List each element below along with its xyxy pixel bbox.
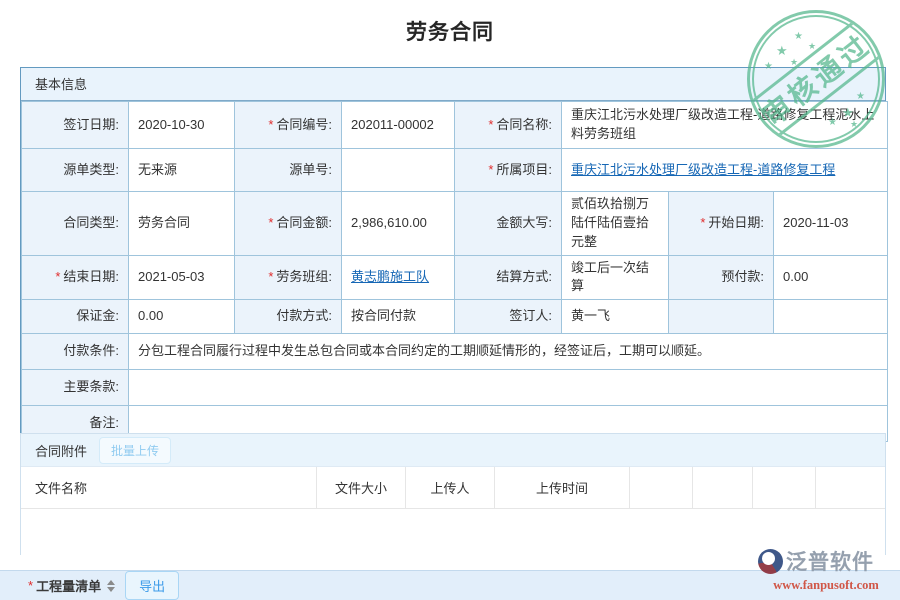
contract-name-value: 重庆江北污水处理厂级改造工程-道路修复工程泥水上料劳务班组 <box>562 102 888 149</box>
label-text: 备注: <box>89 415 119 430</box>
label-text: 合同金额: <box>276 215 332 230</box>
start-date-value: 2020-11-03 <box>774 192 888 256</box>
basic-info-table: 签订日期: 2020-10-30 *合同编号: 202011-00002 *合同… <box>21 101 888 442</box>
empty-label-cell <box>669 300 774 334</box>
required-star: * <box>28 578 33 593</box>
col-file-name: 文件名称 <box>21 467 317 509</box>
label-text: 结束日期: <box>63 269 119 284</box>
col-empty-3 <box>753 467 816 509</box>
label-text: 合同名称: <box>496 117 552 132</box>
sign-date-label: 签订日期: <box>22 102 129 149</box>
amount-label: *合同金额: <box>235 192 342 256</box>
form-row-pay-terms: 付款条件: 分包工程合同履行过程中发生总包合同或本合同约定的工期顺延情形的，经签… <box>22 334 888 370</box>
form-row-end-date: *结束日期: 2021-05-03 *劳务班组: 黄志鹏施工队 结算方式: 竣工… <box>22 255 888 300</box>
contract-no-value: 202011-00002 <box>342 102 455 149</box>
source-no-label: 源单号: <box>235 149 342 192</box>
pay-method-label: 付款方式: <box>235 300 342 334</box>
end-date-label: *结束日期: <box>22 255 129 300</box>
start-date-label: *开始日期: <box>669 192 774 256</box>
attachments-title: 合同附件 <box>35 441 87 460</box>
end-date-value: 2021-05-03 <box>129 255 235 300</box>
attachments-empty-body <box>21 509 885 555</box>
col-file-size: 文件大小 <box>317 467 406 509</box>
project-label: *所属项目: <box>455 149 562 192</box>
label-text: 签订人: <box>509 308 552 323</box>
page-title: 劳务合同 <box>0 16 900 46</box>
prepay-label: 预付款: <box>669 255 774 300</box>
signer-value: 黄一飞 <box>562 300 669 334</box>
label-text: 开始日期: <box>708 215 764 230</box>
form-row-deposit: 保证金: 0.00 付款方式: 按合同付款 签订人: 黄一飞 <box>22 300 888 334</box>
required-star: * <box>268 117 273 132</box>
amount-words-label: 金额大写: <box>455 192 562 256</box>
label-text: 劳务班组: <box>276 269 332 284</box>
main-clauses-value <box>129 370 888 406</box>
required-star: * <box>488 162 493 177</box>
sign-date-value: 2020-10-30 <box>129 102 235 149</box>
required-star: * <box>700 215 705 230</box>
col-empty-1 <box>630 467 693 509</box>
required-star: * <box>55 269 60 284</box>
sort-icon[interactable] <box>107 580 115 592</box>
label-text: 签订日期: <box>63 117 119 132</box>
attachments-column-headers: 文件名称 文件大小 上传人 上传时间 <box>21 467 885 509</box>
label-text: 主要条款: <box>63 379 119 394</box>
contract-type-label: 合同类型: <box>22 192 129 256</box>
label-text: 源单号: <box>289 162 332 177</box>
form-row-amount: 合同类型: 劳务合同 *合同金额: 2,986,610.00 金额大写: 贰佰玖… <box>22 192 888 256</box>
basic-info-header: 基本信息 <box>21 68 885 101</box>
label-text: 源单类型: <box>63 162 119 177</box>
form-row-source: 源单类型: 无来源 源单号: *所属项目: 重庆江北污水处理厂级改造工程-道路修… <box>22 149 888 192</box>
col-upload-time: 上传时间 <box>495 467 630 509</box>
project-value: 重庆江北污水处理厂级改造工程-道路修复工程 <box>562 149 888 192</box>
pay-terms-label: 付款条件: <box>22 334 129 370</box>
label-text: 结算方式: <box>496 269 552 284</box>
col-empty-2 <box>693 467 753 509</box>
col-empty-4 <box>816 467 885 509</box>
signer-label: 签订人: <box>455 300 562 334</box>
label-text: 付款方式: <box>276 308 332 323</box>
settle-method-label: 结算方式: <box>455 255 562 300</box>
quantity-list-label: 工程量清单 <box>36 576 101 595</box>
main-clauses-label: 主要条款: <box>22 370 129 406</box>
contract-type-value: 劳务合同 <box>129 192 235 256</box>
attachments-panel: 合同附件 批量上传 文件名称 文件大小 上传人 上传时间 <box>20 433 886 555</box>
label-text: 合同类型: <box>63 215 119 230</box>
deposit-value: 0.00 <box>129 300 235 334</box>
form-row-sign-date: 签订日期: 2020-10-30 *合同编号: 202011-00002 *合同… <box>22 102 888 149</box>
deposit-label: 保证金: <box>22 300 129 334</box>
basic-info-panel: 基本信息 签订日期: 2020-10-30 *合同编号: 202011-0000… <box>20 67 886 443</box>
amount-words-value: 贰佰玖拾捌万陆仟陆佰壹拾元整 <box>562 192 669 256</box>
label-text: 付款条件: <box>63 343 119 358</box>
project-link[interactable]: 重庆江北污水处理厂级改造工程-道路修复工程 <box>571 162 835 177</box>
pay-method-value: 按合同付款 <box>342 300 455 334</box>
attachments-header: 合同附件 批量上传 <box>21 434 885 467</box>
labor-team-value: 黄志鹏施工队 <box>342 255 455 300</box>
contract-name-label: *合同名称: <box>455 102 562 149</box>
footer-bar: * 工程量清单 导出 <box>0 570 900 600</box>
prepay-value: 0.00 <box>774 255 888 300</box>
label-text: 合同编号: <box>276 117 332 132</box>
contract-no-label: *合同编号: <box>235 102 342 149</box>
col-uploader: 上传人 <box>406 467 495 509</box>
required-star: * <box>268 215 273 230</box>
label-text: 保证金: <box>76 308 119 323</box>
settle-method-value: 竣工后一次结算 <box>562 255 669 300</box>
batch-upload-button[interactable]: 批量上传 <box>99 437 171 464</box>
label-text: 预付款: <box>721 269 764 284</box>
export-button[interactable]: 导出 <box>125 571 179 600</box>
label-text: 金额大写: <box>496 215 552 230</box>
source-no-value <box>342 149 455 192</box>
pay-terms-value: 分包工程合同履行过程中发生总包合同或本合同约定的工期顺延情形的，经签证后，工期可… <box>129 334 888 370</box>
labor-team-label: *劳务班组: <box>235 255 342 300</box>
amount-value: 2,986,610.00 <box>342 192 455 256</box>
source-type-label: 源单类型: <box>22 149 129 192</box>
labor-team-link[interactable]: 黄志鹏施工队 <box>351 269 429 284</box>
empty-value-cell <box>774 300 888 334</box>
form-row-main-clauses: 主要条款: <box>22 370 888 406</box>
required-star: * <box>268 269 273 284</box>
label-text: 所属项目: <box>496 162 552 177</box>
source-type-value: 无来源 <box>129 149 235 192</box>
required-star: * <box>488 117 493 132</box>
